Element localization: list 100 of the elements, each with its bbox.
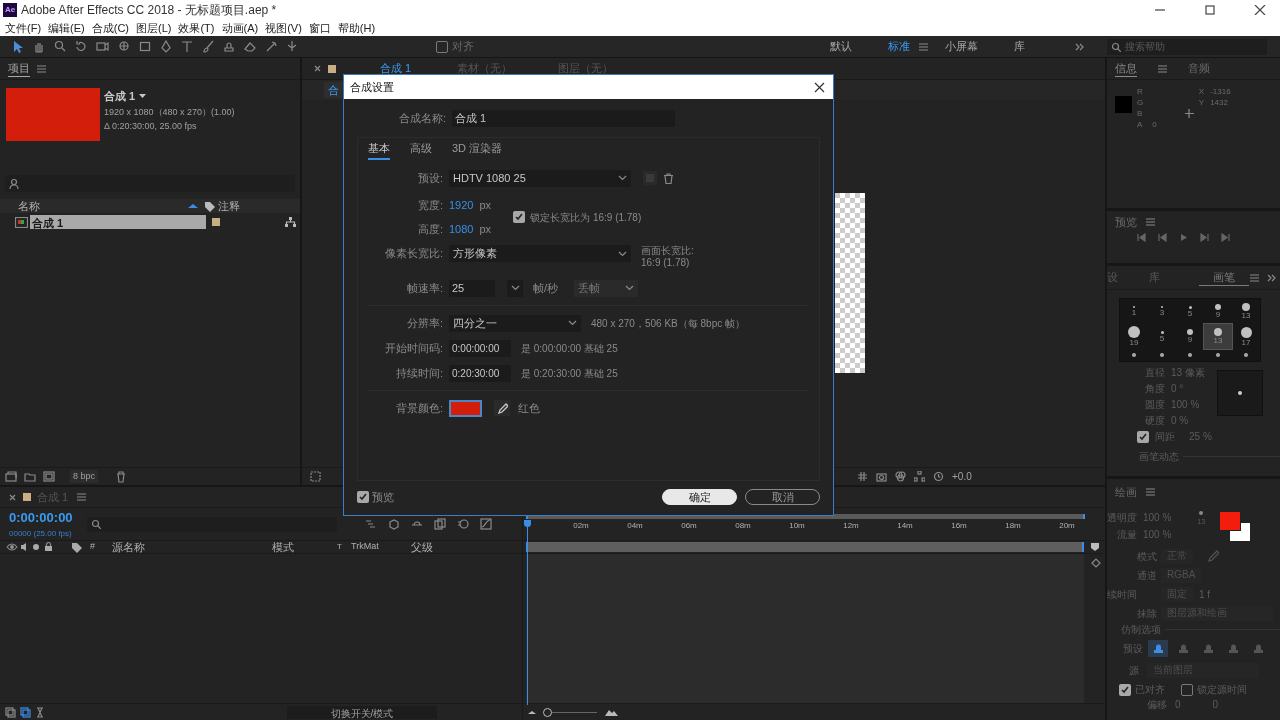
brush-tip[interactable]: 3 bbox=[1148, 299, 1176, 324]
timecode-icon[interactable] bbox=[933, 471, 944, 482]
flowchart-icon[interactable] bbox=[914, 471, 925, 482]
brush-tip[interactable]: 1 bbox=[1120, 299, 1148, 324]
menu-item[interactable]: 效果(T) bbox=[178, 19, 215, 37]
text-tool-icon[interactable] bbox=[181, 40, 193, 53]
solo-icon[interactable] bbox=[32, 543, 40, 551]
dialog-tab[interactable]: 高级 bbox=[410, 140, 432, 160]
foreground-color-swatch[interactable] bbox=[1219, 511, 1242, 531]
workspace-tab[interactable]: 小屏幕 bbox=[945, 38, 978, 55]
caret-down-icon[interactable] bbox=[139, 93, 147, 99]
menu-item[interactable]: 动画(A) bbox=[221, 19, 259, 37]
toggle-switches-button[interactable]: 切换开关/模式 bbox=[287, 705, 437, 719]
timeline-zoom-slider[interactable] bbox=[543, 707, 597, 717]
frame-rate-dropdown[interactable] bbox=[507, 279, 523, 297]
pen-tool-icon[interactable] bbox=[160, 40, 172, 53]
graph-editor-icon[interactable] bbox=[480, 518, 492, 530]
menu-item[interactable]: 帮助(H) bbox=[337, 19, 376, 37]
project-item[interactable]: 合成 1 bbox=[30, 215, 206, 229]
lock-icon[interactable] bbox=[44, 542, 53, 552]
close-tab-icon[interactable] bbox=[9, 493, 16, 501]
label-color-swatch[interactable] bbox=[212, 218, 220, 226]
viewer-subtab[interactable]: 合 bbox=[324, 81, 343, 99]
brush-tip[interactable]: 5 bbox=[1176, 299, 1204, 324]
current-time[interactable]: 0:00:00:00 bbox=[9, 508, 87, 528]
more-panels-icon[interactable] bbox=[1075, 42, 1084, 51]
menu-item[interactable]: 合成(C) bbox=[91, 19, 129, 37]
delete-preset-icon[interactable] bbox=[663, 172, 674, 184]
next-frame-icon[interactable] bbox=[1200, 233, 1209, 242]
hand-tool-icon[interactable] bbox=[33, 40, 45, 53]
comp-button-icon[interactable] bbox=[1090, 557, 1101, 568]
workspace-tab[interactable]: 标准 bbox=[888, 38, 910, 55]
dialog-tab[interactable]: 3D 渲染器 bbox=[452, 140, 503, 160]
selection-tool-icon[interactable] bbox=[12, 40, 24, 53]
layer-search-field[interactable] bbox=[87, 516, 337, 532]
checkbox[interactable] bbox=[436, 40, 448, 53]
zoom-in-icon[interactable] bbox=[605, 707, 618, 717]
rotate-tool-icon[interactable] bbox=[75, 40, 87, 53]
column-header[interactable]: 模式 bbox=[272, 538, 337, 556]
height-value[interactable]: 1080 bbox=[449, 220, 474, 238]
flowchart-icon[interactable] bbox=[285, 217, 296, 227]
brush-tip[interactable]: 13 bbox=[1204, 324, 1232, 349]
comp-mini-icon[interactable] bbox=[5, 706, 16, 718]
checkbox[interactable] bbox=[513, 211, 526, 223]
panel-tab[interactable]: 项目 bbox=[8, 59, 30, 78]
zoom-out-icon[interactable] bbox=[527, 708, 537, 716]
column-header[interactable]: 注释 bbox=[218, 197, 240, 215]
duration-field[interactable]: 0:20:30:00 bbox=[449, 364, 511, 382]
interpret-footage-icon[interactable] bbox=[5, 471, 17, 482]
checkbox[interactable] bbox=[1119, 683, 1131, 696]
frame-rate-field[interactable]: 25 bbox=[449, 279, 495, 297]
panel-tab[interactable]: 音频 bbox=[1188, 60, 1210, 77]
menu-item[interactable]: 文件(F) bbox=[5, 19, 42, 37]
menu-item[interactable]: 图层(L) bbox=[136, 19, 172, 37]
clone-preset-button[interactable] bbox=[1148, 640, 1168, 657]
grid-icon[interactable] bbox=[857, 471, 868, 482]
column-header[interactable]: T bbox=[337, 541, 351, 553]
brush-tip[interactable]: 19 bbox=[1120, 324, 1148, 349]
menu-item[interactable]: 视图(V) bbox=[265, 19, 302, 37]
eraser-tool-icon[interactable] bbox=[244, 40, 256, 53]
render-time-icon[interactable] bbox=[35, 706, 45, 718]
play-icon[interactable] bbox=[1179, 233, 1188, 242]
pixel-aspect-dropdown[interactable]: 方形像素 bbox=[449, 245, 631, 262]
last-frame-icon[interactable] bbox=[1221, 233, 1230, 242]
column-header[interactable]: 源名称 bbox=[112, 538, 272, 556]
brush-tip[interactable]: 5 bbox=[1148, 324, 1176, 349]
bit-depth-button[interactable]: 8 bpc bbox=[70, 469, 99, 484]
layer-switches-icon[interactable] bbox=[20, 706, 31, 718]
audio-icon[interactable] bbox=[20, 542, 28, 552]
menu-item[interactable]: 编辑(E) bbox=[48, 19, 85, 37]
brush-tip[interactable]: 17 bbox=[1232, 324, 1260, 349]
checkbox[interactable] bbox=[1137, 430, 1149, 443]
previous-frame-icon[interactable] bbox=[1158, 233, 1167, 242]
close-icon[interactable] bbox=[1254, 5, 1266, 15]
workspace-tab[interactable]: 库 bbox=[1014, 38, 1025, 55]
region-of-interest-icon[interactable] bbox=[310, 471, 321, 482]
viewer-tab[interactable]: 合成 1 bbox=[380, 60, 412, 77]
dialog-button[interactable]: 确定 bbox=[662, 489, 737, 506]
stamp-tool-icon[interactable] bbox=[223, 40, 235, 53]
column-header[interactable]: 名称 bbox=[18, 197, 188, 215]
dialog-tab[interactable]: 基本 bbox=[368, 140, 390, 160]
zoom-tool-icon[interactable] bbox=[54, 40, 66, 53]
checkbox[interactable] bbox=[1181, 683, 1193, 696]
draft-3d-icon[interactable] bbox=[388, 518, 400, 530]
delete-icon[interactable] bbox=[115, 470, 128, 483]
more-panels-icon[interactable] bbox=[1267, 273, 1276, 282]
brush-tool-icon[interactable] bbox=[202, 40, 214, 53]
new-composition-icon[interactable] bbox=[43, 471, 55, 482]
brush-tip[interactable]: 13 bbox=[1232, 299, 1260, 324]
first-frame-icon[interactable] bbox=[1137, 233, 1146, 242]
rectangle-tool-icon[interactable] bbox=[139, 40, 151, 53]
maximize-icon[interactable] bbox=[1204, 5, 1216, 15]
brush-tip[interactable]: 9 bbox=[1176, 324, 1204, 349]
panel-tab[interactable]: 画笔 bbox=[1199, 268, 1249, 287]
workspace-tab[interactable]: 默认 bbox=[830, 38, 852, 55]
brush-tip[interactable]: 9 bbox=[1204, 299, 1232, 324]
channel-icon[interactable] bbox=[895, 471, 906, 482]
pan-tool-icon[interactable] bbox=[118, 40, 130, 53]
marker-icon[interactable] bbox=[1090, 542, 1100, 552]
project-search-field[interactable] bbox=[5, 175, 295, 192]
